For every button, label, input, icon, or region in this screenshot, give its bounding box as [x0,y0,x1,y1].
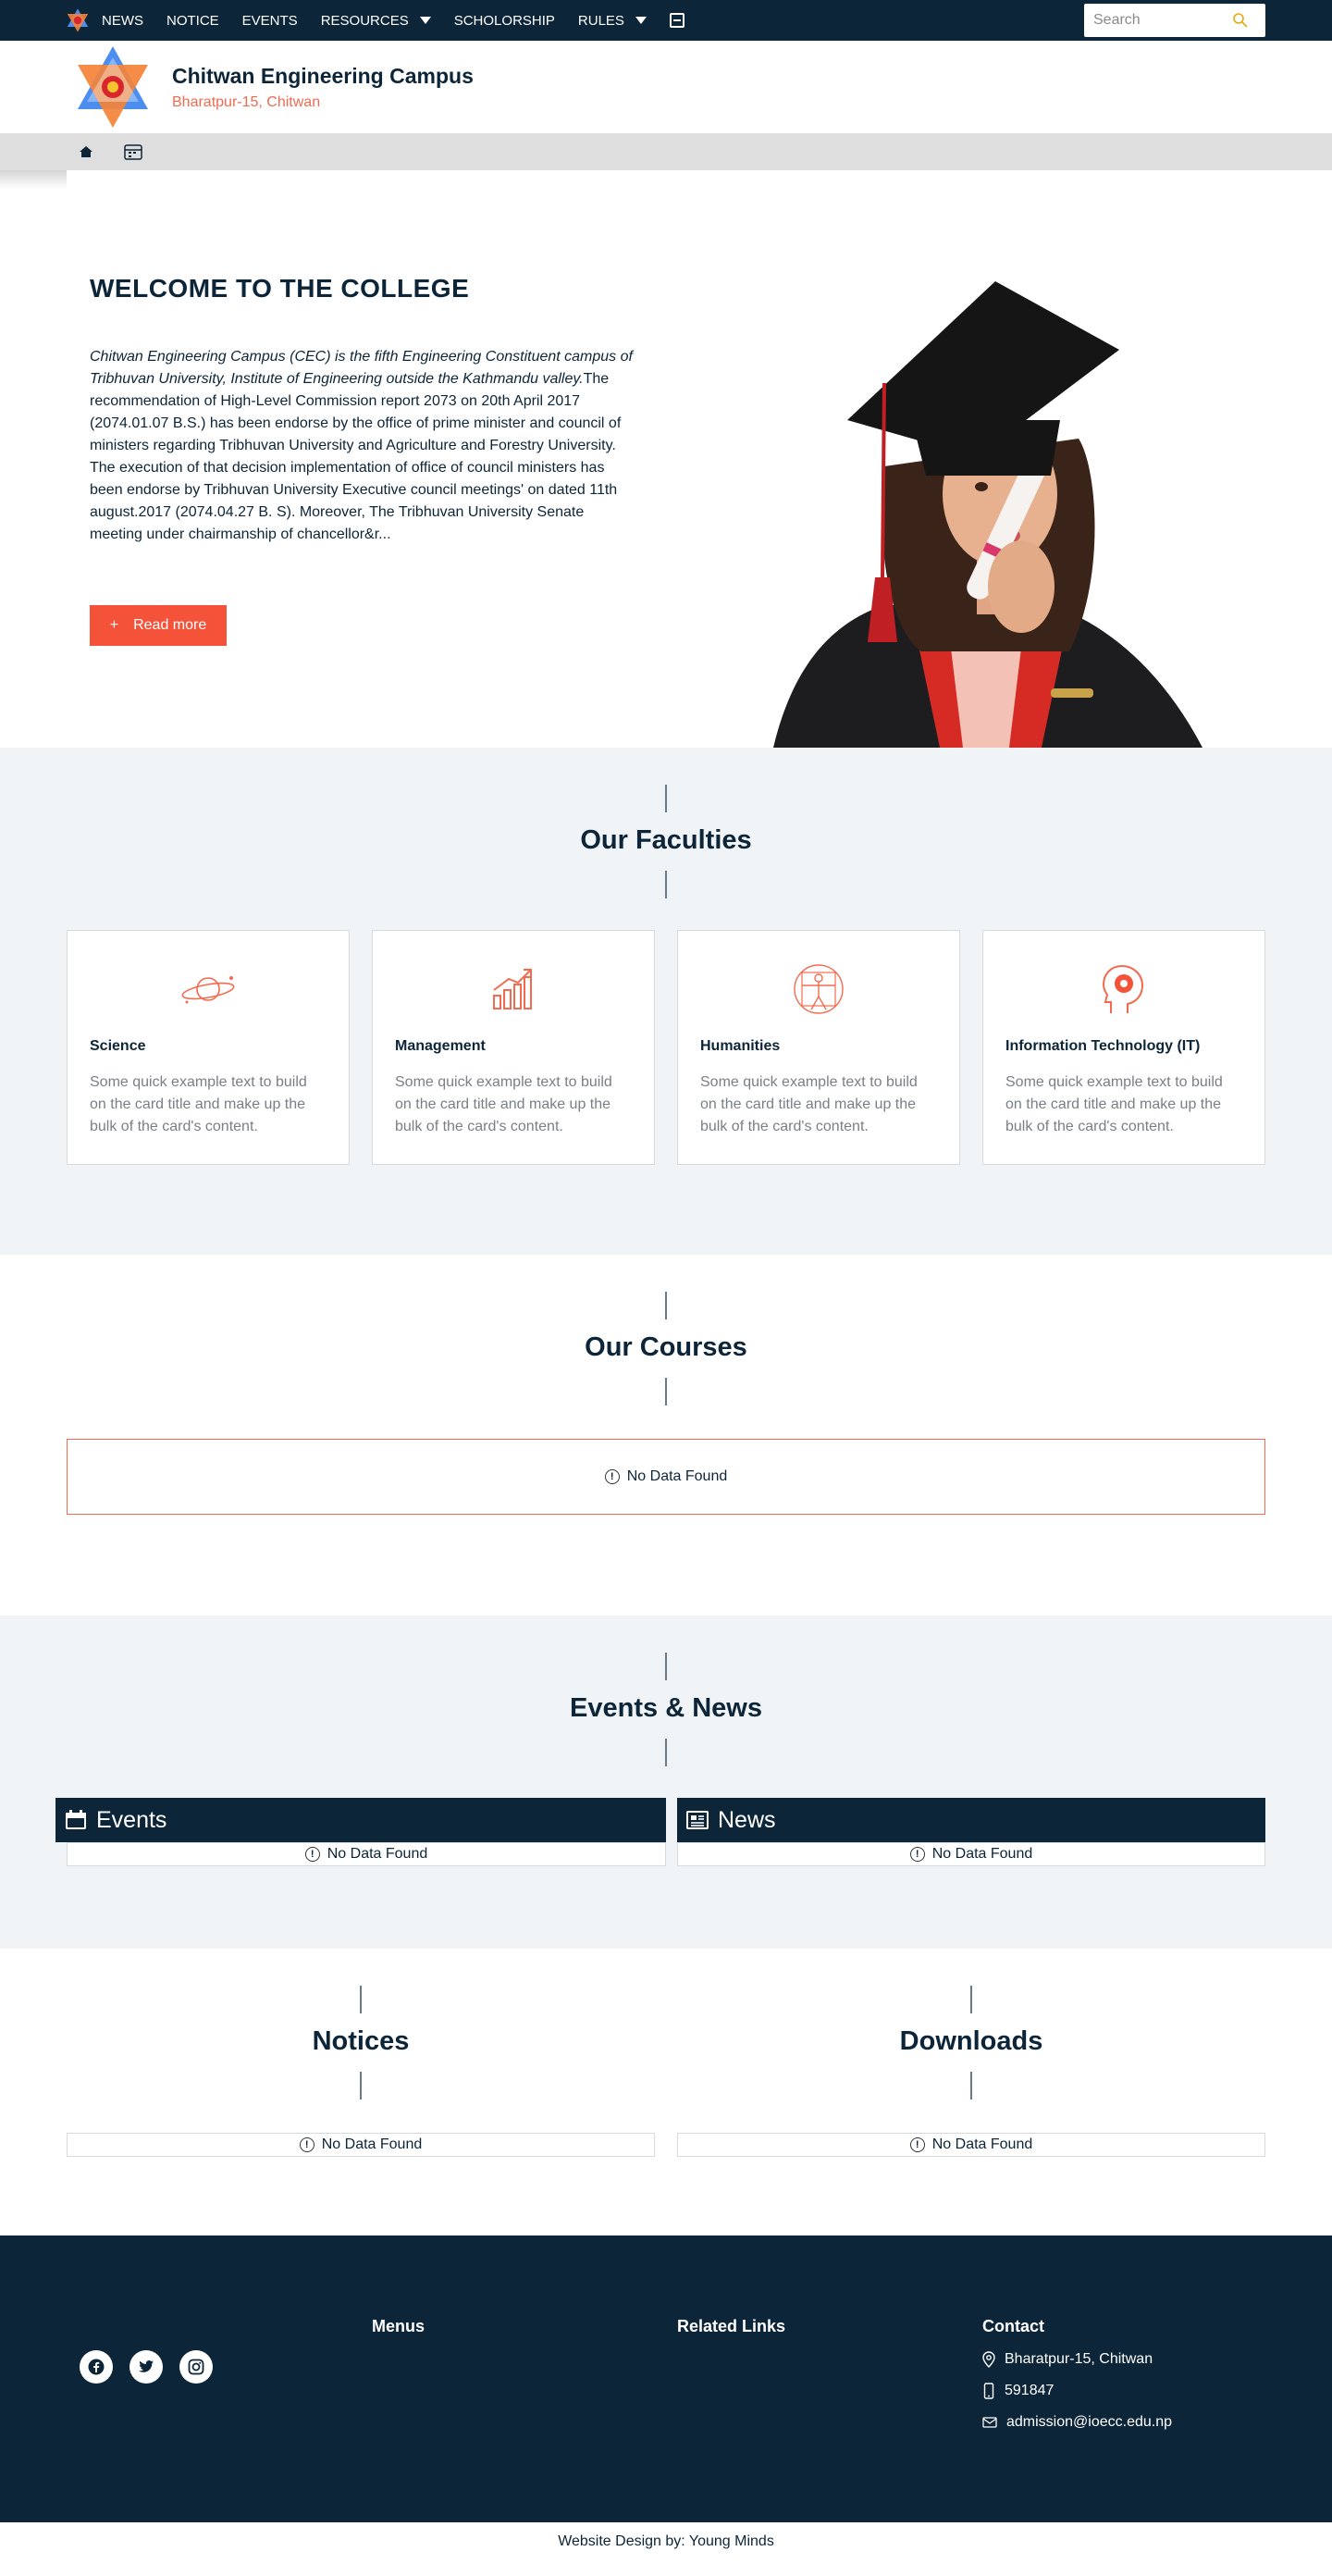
contact-phone[interactable]: 591847 [982,2383,1172,2399]
search-icon[interactable] [1232,12,1249,29]
events-empty-state: ! No Data Found [67,1842,666,1866]
footer-menus-heading: Menus [372,2317,426,2335]
envelope-icon [982,2417,997,2428]
contact-address: Bharatpur-15, Chitwan [982,2351,1172,2368]
campus-logo[interactable] [74,44,152,130]
faculties-title: Our Faculties [580,825,752,855]
notices-title: Notices [312,2026,410,2056]
read-more-button[interactable]: + Read more [90,605,227,646]
site-credit: Website Design by: Young Minds [558,2533,774,2549]
info-icon: ! [299,2137,314,2152]
newspaper-icon [686,1811,709,1829]
divider [665,785,667,812]
growth-chart-icon [493,969,532,1009]
chevron-down-icon [419,17,431,24]
calendar-icon[interactable] [124,143,142,160]
chevron-down-icon [635,17,647,24]
faculty-card-science[interactable]: Science Some quick example text to build… [67,930,350,1165]
events-header[interactable]: Events [56,1798,666,1842]
card-text: Some quick example text to build on the … [700,1074,918,1134]
events-panel: Events ! No Data Found [56,1798,666,1866]
site-title: Chitwan Engineering Campus [172,63,474,88]
calendar-icon [66,1810,86,1829]
nav-events[interactable]: EVENTS [242,13,298,29]
info-icon: ! [909,2137,925,2152]
divider [970,1986,972,2013]
social-links [80,2350,229,2384]
search-box [1084,4,1265,37]
site-subtitle: Bharatpur-15, Chitwan [172,93,321,110]
nav-rules[interactable]: RULES [578,13,647,29]
footer-related-heading: Related Links [677,2317,786,2335]
faculty-card-management[interactable]: Management Some quick example text to bu… [372,930,655,1165]
home-icon[interactable] [80,146,92,157]
info-icon: ! [604,1469,620,1484]
divider [665,1653,667,1680]
card-title: Humanities [700,1038,781,1054]
events-news-title: Events & News [570,1693,762,1723]
downloads-empty-state: ! No Data Found [677,2133,1265,2157]
twitter-icon[interactable] [130,2350,163,2384]
facebook-icon[interactable] [80,2350,113,2384]
calendar-icon [669,13,684,28]
footer-contact-heading: Contact [982,2317,1044,2335]
info-icon: ! [304,1847,320,1862]
card-text: Some quick example text to build on the … [395,1074,612,1134]
card-text: Some quick example text to build on the … [1005,1074,1223,1134]
location-pin-icon [982,2351,995,2368]
courses-empty-state: ! No Data Found [67,1439,1265,1515]
mobile-phone-icon [983,2383,994,2399]
card-title: Science [90,1038,146,1054]
nav-resources[interactable]: RESOURCES [321,13,431,29]
footer-contact: Contact Bharatpur-15, Chitwan 591847 adm… [982,2317,1172,2431]
welcome-heading: WELCOME TO THE COLLEGE [90,274,470,303]
news-header[interactable]: News [677,1798,1265,1842]
divider [665,1292,667,1319]
top-navbar: NEWS NOTICE EVENTS RESOURCES SCHOLORSHIP… [0,0,1332,41]
search-input[interactable] [1093,12,1232,29]
notices-column: Notices ! No Data Found [67,1986,655,2235]
welcome-text: Chitwan Engineering Campus (CEC) is the … [90,349,633,542]
nav-notice[interactable]: NOTICE [166,13,219,29]
faculty-card-it[interactable]: Information Technology (IT) Some quick e… [982,930,1265,1165]
downloads-title: Downloads [899,2026,1043,2056]
site-header: Chitwan Engineering Campus Bharatpur-15,… [0,41,1332,133]
contact-email[interactable]: admission@ioecc.edu.np [982,2414,1172,2431]
divider [665,1739,667,1766]
notices-empty-state: ! No Data Found [67,2133,655,2157]
nav-news[interactable]: NEWS [102,13,143,29]
info-icon: ! [909,1847,925,1862]
divider [360,1986,362,2013]
secondary-bar [0,133,1332,170]
campus-logo-small[interactable] [65,7,91,33]
card-title: Information Technology (IT) [1005,1038,1201,1054]
faculties-section: Our Faculties Science Some quick example… [0,748,1332,1255]
card-text: Some quick example text to build on the … [90,1074,307,1134]
divider [665,871,667,898]
notices-downloads-section: Notices ! No Data Found Downloads ! No D… [0,1949,1332,2235]
courses-title: Our Courses [585,1332,747,1362]
site-footer: Menus Related Links Contact Bharatpur-15… [0,2235,1332,2522]
hero-section: WELCOME TO THE COLLEGE Chitwan Engineeri… [0,170,1332,748]
divider [665,1378,667,1406]
events-news-section: Events & News Events ! No Data Found New… [0,1616,1332,1949]
graduate-photo [773,281,1202,748]
plus-icon: + [109,617,119,633]
card-title: Management [395,1038,486,1054]
courses-section: Our Courses ! No Data Found [0,1255,1332,1616]
vitruvian-man-icon [794,964,844,1014]
faculty-cards: Science Some quick example text to build… [0,930,1332,1165]
brain-head-icon [1102,964,1144,1013]
planet-icon [181,976,235,1004]
news-panel: News ! No Data Found [677,1798,1265,1866]
instagram-icon[interactable] [179,2350,213,2384]
nav-calendar[interactable] [669,13,684,28]
divider [970,2072,972,2099]
faculty-card-humanities[interactable]: Humanities Some quick example text to bu… [677,930,960,1165]
nav-scholarship[interactable]: SCHOLORSHIP [454,13,555,29]
divider [360,2072,362,2099]
news-empty-state: ! No Data Found [677,1842,1265,1866]
downloads-column: Downloads ! No Data Found [677,1986,1265,2235]
